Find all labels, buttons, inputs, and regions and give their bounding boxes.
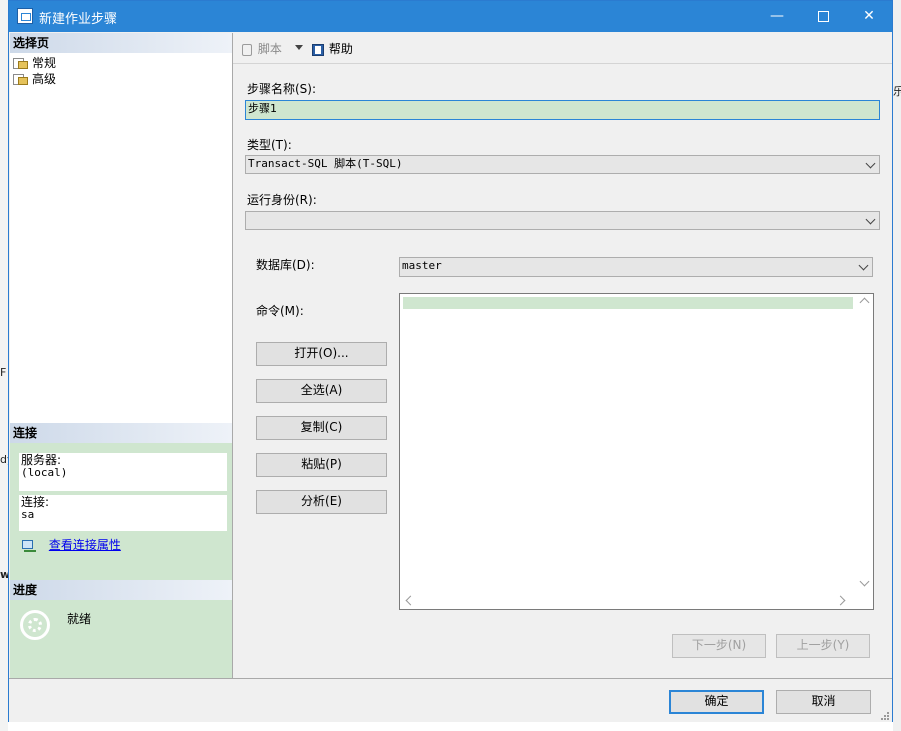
page-icon: [13, 57, 29, 70]
view-connection-properties[interactable]: 查看连接属性: [21, 536, 121, 553]
connection-label: 连接:: [21, 495, 50, 509]
scroll-right-icon[interactable]: [835, 595, 846, 606]
database-label: 数据库(D):: [256, 258, 315, 272]
next-button[interactable]: 下一步(N): [672, 634, 766, 658]
chevron-down-icon: [859, 259, 869, 273]
server-info-box: 服务器: (local): [19, 453, 227, 491]
minimize-icon: —: [770, 8, 784, 24]
background-app-edge-right: [893, 0, 901, 731]
window-title: 新建作业步骤: [39, 12, 118, 27]
background-text: 乐: [893, 85, 901, 98]
cancel-button[interactable]: 取消: [776, 690, 871, 714]
help-icon: [311, 43, 325, 57]
type-select[interactable]: Transact-SQL 脚本(T-SQL): [245, 155, 880, 174]
connection-info-box: 连接: sa: [19, 495, 227, 531]
step-name-label: 步骤名称(S):: [247, 82, 317, 96]
chevron-down-icon: [866, 157, 876, 171]
close-icon: ✕: [863, 8, 875, 24]
progress-status: 就绪: [67, 612, 92, 626]
page-item-general[interactable]: 常规: [13, 54, 56, 71]
parse-button[interactable]: 分析(E): [256, 490, 387, 514]
page-item-label: 高级: [32, 72, 57, 86]
page-icon: [13, 73, 29, 86]
connection-value: sa: [21, 508, 35, 521]
type-label: 类型(T):: [247, 138, 292, 152]
run-as-select[interactable]: [245, 211, 880, 230]
horizontal-scrollbar[interactable]: [400, 592, 873, 609]
command-textarea[interactable]: [399, 293, 874, 610]
script-dropdown-arrow-icon[interactable]: [295, 45, 303, 50]
script-button[interactable]: 脚本: [240, 40, 282, 57]
command-label: 命令(M):: [256, 304, 304, 318]
select-page-header: 选择页: [10, 33, 232, 53]
current-line-highlight: [403, 297, 853, 309]
paste-button[interactable]: 粘贴(P): [256, 453, 387, 477]
ok-button[interactable]: 确定: [669, 690, 764, 714]
scroll-up-icon[interactable]: [859, 297, 870, 308]
page-item-label: 常规: [32, 56, 57, 70]
title-bar[interactable]: 新建作业步骤 — ✕: [9, 1, 892, 32]
database-select[interactable]: master: [399, 257, 873, 277]
left-pane: 选择页 常规 高级 连接 服务器: (local) 连接: sa 查看连接属性: [10, 33, 233, 678]
maximize-button[interactable]: [800, 1, 846, 32]
type-select-value: Transact-SQL 脚本(T-SQL): [248, 157, 403, 170]
progress-panel: 就绪: [10, 600, 232, 678]
connection-header: 连接: [10, 423, 232, 443]
maximize-icon: [817, 10, 829, 22]
connection-panel: 服务器: (local) 连接: sa 查看连接属性: [10, 443, 232, 580]
background-text: F: [0, 366, 7, 379]
script-label: 脚本: [257, 42, 282, 56]
help-label: 帮助: [328, 42, 353, 56]
database-select-value: master: [402, 259, 442, 272]
progress-header: 进度: [10, 580, 232, 600]
sql-window-icon: [17, 8, 33, 24]
vertical-scrollbar[interactable]: [856, 294, 873, 591]
run-as-label: 运行身份(R):: [247, 193, 317, 207]
scroll-left-icon[interactable]: [405, 595, 416, 606]
help-button[interactable]: 帮助: [311, 40, 353, 57]
copy-button[interactable]: 复制(C): [256, 416, 387, 440]
new-job-step-dialog: 新建作业步骤 — ✕ 选择页 常规 高级 连接 服务器: (local) 连接:…: [8, 0, 893, 722]
close-button[interactable]: ✕: [846, 1, 892, 32]
toolbar: 脚本 帮助: [233, 33, 892, 64]
minimize-button[interactable]: —: [754, 1, 800, 32]
page-item-advanced[interactable]: 高级: [13, 70, 56, 87]
select-all-button[interactable]: 全选(A): [256, 379, 387, 403]
connection-properties-icon: [21, 539, 37, 553]
open-button[interactable]: 打开(O)...: [256, 342, 387, 366]
scroll-down-icon[interactable]: [859, 576, 870, 587]
script-icon: [240, 43, 254, 57]
progress-spinner-icon: [20, 610, 50, 640]
server-label: 服务器:: [21, 453, 62, 467]
chevron-down-icon: [866, 213, 876, 227]
step-name-input[interactable]: 步骤1: [245, 100, 880, 120]
dialog-footer: 确定 取消: [9, 678, 892, 722]
server-value: (local): [21, 466, 68, 479]
view-connection-properties-link[interactable]: 查看连接属性: [49, 538, 121, 552]
resize-grip-icon[interactable]: [879, 710, 889, 720]
previous-button[interactable]: 上一步(Y): [776, 634, 870, 658]
